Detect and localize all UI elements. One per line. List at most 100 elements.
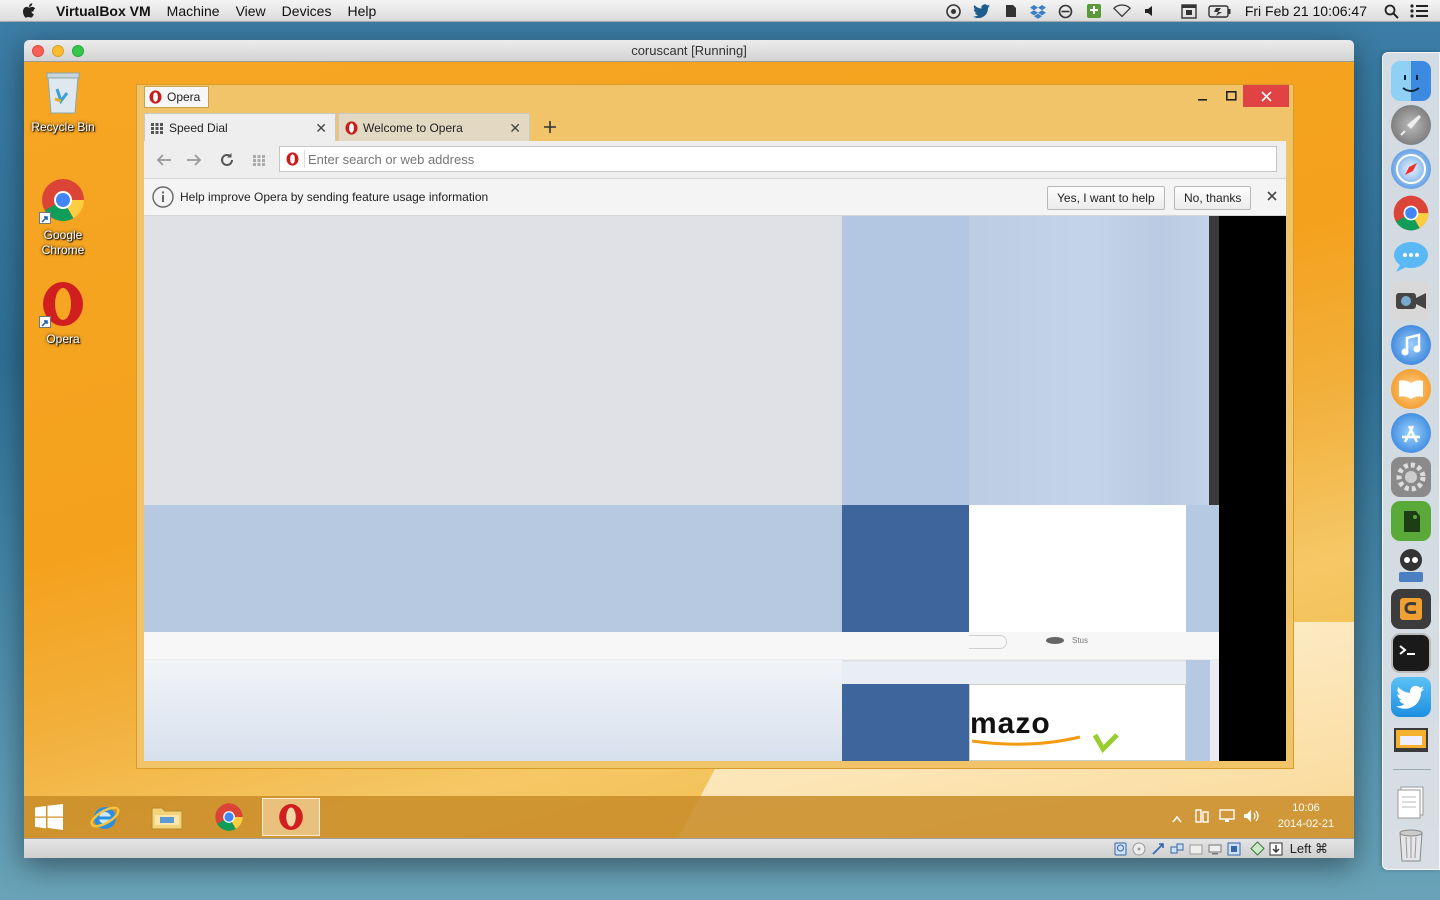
shared-folder-status-icon[interactable] bbox=[1189, 841, 1204, 856]
wifi-icon[interactable] bbox=[1112, 3, 1131, 19]
desktop-icon-google-chrome[interactable]: Google Chrome bbox=[24, 176, 103, 258]
page-block bbox=[144, 505, 842, 632]
gear-icon bbox=[1396, 462, 1426, 492]
battery-icon[interactable] bbox=[1208, 3, 1232, 19]
window-zoom-button[interactable] bbox=[72, 45, 84, 57]
opera-maximize-button[interactable] bbox=[1217, 85, 1245, 107]
dock-evernote[interactable] bbox=[1391, 501, 1431, 541]
dock-facetime[interactable] bbox=[1391, 281, 1431, 321]
virtualbox-window-title: coruscant [Running] bbox=[631, 43, 747, 58]
date-icon[interactable] bbox=[1180, 3, 1198, 19]
taskbar-chrome[interactable] bbox=[210, 798, 248, 836]
do-not-disturb-icon[interactable] bbox=[1057, 3, 1075, 19]
recycle-bin-icon bbox=[39, 68, 87, 116]
taskbar-clock[interactable]: 10:06 2014-02-21 bbox=[1268, 800, 1344, 832]
music-note-icon bbox=[1401, 333, 1421, 356]
window-close-button[interactable] bbox=[32, 45, 44, 57]
opera-address-icon[interactable] bbox=[286, 152, 299, 166]
tab-close-icon[interactable]: ✕ bbox=[509, 114, 521, 142]
tab-speed-dial[interactable]: Speed Dial ✕ bbox=[144, 113, 336, 141]
internet-explorer-icon bbox=[90, 806, 120, 829]
start-button[interactable] bbox=[30, 800, 68, 834]
page-block bbox=[144, 216, 842, 505]
infobar-close-icon[interactable] bbox=[1266, 190, 1280, 204]
menu-machine[interactable]: Machine bbox=[167, 3, 220, 19]
hard-disk-status-icon[interactable] bbox=[1113, 841, 1128, 856]
chrome-icon bbox=[215, 803, 243, 831]
usb-status-icon[interactable] bbox=[1151, 841, 1166, 856]
desktop-icon-recycle-bin[interactable]: Recycle Bin bbox=[24, 68, 103, 135]
dock-chrome[interactable] bbox=[1391, 193, 1431, 233]
dock-messages[interactable] bbox=[1391, 237, 1431, 277]
speaker-icon[interactable] bbox=[1242, 808, 1260, 824]
twitter-tray-icon[interactable] bbox=[972, 3, 991, 19]
dock-launchpad[interactable] bbox=[1391, 105, 1431, 145]
apple-menu-icon[interactable] bbox=[18, 0, 40, 22]
app-tray-icon[interactable] bbox=[1085, 3, 1103, 19]
dock-safari[interactable] bbox=[1391, 149, 1431, 189]
page-pill bbox=[969, 635, 1007, 649]
network-icon[interactable] bbox=[1218, 808, 1236, 824]
infobar-message: Help improve Opera by sending feature us… bbox=[180, 190, 489, 204]
virtualbox-title-bar[interactable]: coruscant [Running] bbox=[24, 40, 1354, 62]
reload-button[interactable] bbox=[217, 151, 237, 169]
amazon-smile-icon bbox=[971, 733, 1119, 753]
dock-virtualbox-vm[interactable] bbox=[1391, 721, 1431, 761]
vpn-icon[interactable] bbox=[945, 3, 963, 19]
opera-close-button[interactable] bbox=[1243, 85, 1289, 107]
volume-icon[interactable] bbox=[1141, 3, 1159, 19]
tab-label: Speed Dial bbox=[169, 121, 228, 135]
forward-button[interactable] bbox=[184, 151, 204, 169]
opera-minimize-button[interactable] bbox=[1189, 85, 1217, 107]
menu-help[interactable]: Help bbox=[347, 3, 376, 19]
page-scrollbar[interactable] bbox=[1210, 660, 1219, 761]
opera-favicon-icon bbox=[345, 121, 358, 135]
spotlight-search-icon[interactable] bbox=[1382, 3, 1400, 19]
show-hidden-icons-button[interactable] bbox=[1172, 810, 1184, 823]
evernote-tray-icon[interactable] bbox=[1001, 3, 1019, 19]
notification-center-icon[interactable] bbox=[1410, 3, 1428, 19]
dropbox-tray-icon[interactable] bbox=[1029, 3, 1047, 19]
optical-drive-status-icon[interactable] bbox=[1132, 841, 1147, 856]
no-thanks-button[interactable]: No, thanks bbox=[1174, 186, 1252, 210]
yes-help-button[interactable]: Yes, I want to help bbox=[1047, 186, 1165, 210]
dock-github[interactable] bbox=[1391, 545, 1431, 585]
dock-sublime-text[interactable] bbox=[1391, 589, 1431, 629]
menubar-clock[interactable]: Fri Feb 21 10:06:47 bbox=[1245, 3, 1367, 19]
menu-view[interactable]: View bbox=[236, 3, 266, 19]
dock-twitter[interactable] bbox=[1391, 677, 1431, 717]
opera-menu-button[interactable]: Opera bbox=[144, 86, 210, 108]
tab-close-icon[interactable]: ✕ bbox=[315, 114, 327, 142]
back-button[interactable] bbox=[154, 151, 174, 169]
video-capture-status-icon[interactable] bbox=[1227, 841, 1242, 856]
action-center-icon[interactable] bbox=[1194, 808, 1210, 824]
taskbar-opera[interactable] bbox=[262, 798, 320, 836]
dock-terminal[interactable] bbox=[1391, 633, 1431, 673]
speed-dial-button[interactable] bbox=[249, 151, 269, 169]
dock-itunes[interactable] bbox=[1391, 325, 1431, 365]
dock-finder[interactable] bbox=[1391, 61, 1431, 101]
virtualization-status-icon[interactable] bbox=[1249, 841, 1265, 856]
dock-separator bbox=[1393, 769, 1431, 770]
windows-logo-icon bbox=[35, 804, 63, 830]
window-minimize-button[interactable] bbox=[52, 45, 64, 57]
dock-system-preferences[interactable] bbox=[1391, 457, 1431, 497]
display-status-icon[interactable] bbox=[1208, 841, 1223, 856]
tab-welcome-to-opera[interactable]: Welcome to Opera ✕ bbox=[338, 113, 530, 141]
dock-documents-stack[interactable] bbox=[1391, 781, 1431, 821]
dock-app-store[interactable] bbox=[1391, 413, 1431, 453]
page-block bbox=[842, 216, 969, 505]
page-block bbox=[842, 505, 969, 632]
menu-devices[interactable]: Devices bbox=[282, 3, 332, 19]
mouse-integration-status-icon[interactable] bbox=[1269, 841, 1284, 856]
windows-desktop: Recycle Bin Google Chrome Opera Opera Sp… bbox=[24, 62, 1354, 838]
network-status-icon[interactable] bbox=[1170, 841, 1185, 856]
app-menu[interactable]: VirtualBox VM bbox=[56, 3, 151, 19]
dock-trash[interactable] bbox=[1391, 825, 1431, 865]
taskbar-file-explorer[interactable] bbox=[148, 798, 186, 836]
desktop-icon-opera[interactable]: Opera bbox=[24, 280, 103, 347]
address-input[interactable] bbox=[308, 149, 1258, 169]
taskbar-internet-explorer[interactable] bbox=[86, 798, 124, 836]
new-tab-button[interactable] bbox=[538, 113, 562, 141]
dock-ibooks[interactable] bbox=[1391, 369, 1431, 409]
